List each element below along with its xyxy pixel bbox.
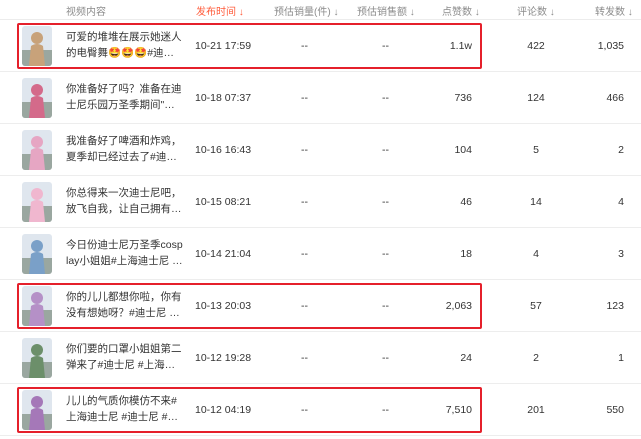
likes-count: 46 <box>460 196 472 208</box>
header-est-amount-sort[interactable]: 预估销售额 ↓ <box>357 3 415 18</box>
video-thumbnail[interactable] <box>22 390 52 430</box>
table-row[interactable]: 你们要的口罩小姐姐第二弹来了#迪士尼 #上海… 10-12 19:28 -- -- 24… <box>0 332 641 384</box>
table-row[interactable]: 儿儿的气质你模仿不来#上海迪士尼 #迪士尼 #… 10-12 04:19 -- -- 7… <box>0 384 641 436</box>
header-likes-label: 点赞数 <box>442 7 472 18</box>
video-table: 视频内容 发布时间 ↓ 预估销量(件) ↓ 预估销售额 ↓ 点赞数 ↓ 评论数 … <box>0 0 641 439</box>
est-amount: -- <box>382 404 389 416</box>
likes-count: 2,063 <box>445 300 472 312</box>
video-title[interactable]: 可爱的堆堆在展示她迷人的电臀舞🤩🤩🤩#迪… <box>66 29 184 61</box>
likes-count: 7,510 <box>445 404 472 416</box>
shares-count: 3 <box>618 248 624 260</box>
video-title[interactable]: 你的儿儿都想你啦，你有没有想她呀？#迪士尼 … <box>66 289 184 321</box>
video-title[interactable]: 儿儿的气质你模仿不来#上海迪士尼 #迪士尼 #… <box>66 393 184 425</box>
video-thumbnail[interactable] <box>22 234 52 274</box>
shares-count: 1,035 <box>597 40 624 52</box>
publish-time: 10-21 17:59 <box>195 40 252 52</box>
header-shares-sort[interactable]: 转发数 ↓ <box>595 3 633 18</box>
table-row[interactable]: 你总得来一次迪士尼吧，放飞自我，让自己拥有… 10-15 08:21 -- -- 46 1… <box>0 176 641 228</box>
table-row[interactable]: 今日份迪士尼万圣季cosplay小姐姐#上海迪士尼 … 10-14 21:04 --… <box>0 228 641 280</box>
shares-count: 123 <box>606 300 624 312</box>
shares-count: 2 <box>618 144 624 156</box>
header-est-amount-label: 预估销售额 <box>357 7 407 18</box>
video-thumbnail[interactable] <box>22 286 52 326</box>
est-sales: -- <box>301 352 308 364</box>
est-amount: -- <box>382 144 389 156</box>
est-amount: -- <box>382 40 389 52</box>
comments-count: 2 <box>533 352 539 364</box>
comments-count: 201 <box>527 404 545 416</box>
sort-down-icon: ↓ <box>236 7 244 18</box>
sort-down-icon: ↓ <box>407 7 415 18</box>
comments-count: 4 <box>533 248 539 260</box>
est-amount: -- <box>382 248 389 260</box>
est-amount: -- <box>382 196 389 208</box>
publish-time: 10-12 19:28 <box>195 352 252 364</box>
publish-time: 10-16 16:43 <box>195 144 252 156</box>
likes-count: 104 <box>454 144 472 156</box>
likes-count: 24 <box>460 352 472 364</box>
comments-count: 422 <box>527 40 545 52</box>
header-est-sales-sort[interactable]: 预估销量(件) ↓ <box>274 3 338 18</box>
sort-down-icon: ↓ <box>625 7 633 18</box>
est-amount: -- <box>382 92 389 104</box>
header-comments-label: 评论数 <box>517 7 547 18</box>
est-sales: -- <box>301 40 308 52</box>
video-thumbnail[interactable] <box>22 26 52 66</box>
est-sales: -- <box>301 248 308 260</box>
video-thumbnail[interactable] <box>22 182 52 222</box>
table-body: 可爱的堆堆在展示她迷人的电臀舞🤩🤩🤩#迪… 10-21 17:59 -- -- 1.1w… <box>0 20 641 436</box>
est-sales: -- <box>301 404 308 416</box>
publish-time: 10-18 07:37 <box>195 92 252 104</box>
header-comments-sort[interactable]: 评论数 ↓ <box>517 3 555 18</box>
est-sales: -- <box>301 92 308 104</box>
shares-count: 550 <box>606 404 624 416</box>
sort-down-icon: ↓ <box>472 7 480 18</box>
likes-count: 18 <box>460 248 472 260</box>
table-row[interactable]: 我准备好了啤酒和炸鸡，夏季却已经过去了#迪… 10-16 16:43 -- -- 104… <box>0 124 641 176</box>
video-title[interactable]: 你总得来一次迪士尼吧，放飞自我，让自己拥有… <box>66 185 184 217</box>
video-thumbnail[interactable] <box>22 78 52 118</box>
est-sales: -- <box>301 300 308 312</box>
publish-time: 10-12 04:19 <box>195 404 252 416</box>
est-sales: -- <box>301 144 308 156</box>
header-publish-time-label: 发布时间 <box>196 7 236 18</box>
publish-time: 10-13 20:03 <box>195 300 252 312</box>
comments-count: 5 <box>533 144 539 156</box>
header-video-content: 视频内容 <box>66 7 106 18</box>
table-header: 视频内容 发布时间 ↓ 预估销量(件) ↓ 预估销售额 ↓ 点赞数 ↓ 评论数 … <box>0 0 641 20</box>
est-amount: -- <box>382 352 389 364</box>
sort-down-icon: ↓ <box>330 7 339 18</box>
publish-time: 10-14 21:04 <box>195 248 252 260</box>
est-amount: -- <box>382 300 389 312</box>
comments-count: 14 <box>530 196 542 208</box>
shares-count: 466 <box>606 92 624 104</box>
est-sales: -- <box>301 196 308 208</box>
likes-count: 736 <box>454 92 472 104</box>
comments-count: 124 <box>527 92 545 104</box>
video-title[interactable]: 今日份迪士尼万圣季cosplay小姐姐#上海迪士尼 … <box>66 237 184 269</box>
table-row[interactable]: 可爱的堆堆在展示她迷人的电臀舞🤩🤩🤩#迪… 10-21 17:59 -- -- 1.1w… <box>0 20 641 72</box>
comments-count: 57 <box>530 300 542 312</box>
sort-down-icon: ↓ <box>547 7 555 18</box>
header-shares-label: 转发数 <box>595 7 625 18</box>
video-title[interactable]: 我准备好了啤酒和炸鸡，夏季却已经过去了#迪… <box>66 133 184 165</box>
shares-count: 1 <box>618 352 624 364</box>
likes-count: 1.1w <box>449 40 472 52</box>
shares-count: 4 <box>618 196 624 208</box>
video-title[interactable]: 你准备好了吗？准备在迪士尼乐园万圣季期间"… <box>66 81 184 113</box>
header-publish-time-sort[interactable]: 发布时间 ↓ <box>196 3 244 18</box>
publish-time: 10-15 08:21 <box>195 196 252 208</box>
header-est-sales-label: 预估销量(件) <box>274 7 331 18</box>
table-row[interactable]: 你准备好了吗？准备在迪士尼乐园万圣季期间"… 10-18 07:37 -- -- 736… <box>0 72 641 124</box>
video-thumbnail[interactable] <box>22 130 52 170</box>
table-row[interactable]: 你的儿儿都想你啦，你有没有想她呀？#迪士尼 … 10-13 20:03 -- -- 2,… <box>0 280 641 332</box>
video-title[interactable]: 你们要的口罩小姐姐第二弹来了#迪士尼 #上海… <box>66 341 184 373</box>
video-thumbnail[interactable] <box>22 338 52 378</box>
header-likes-sort[interactable]: 点赞数 ↓ <box>442 3 480 18</box>
